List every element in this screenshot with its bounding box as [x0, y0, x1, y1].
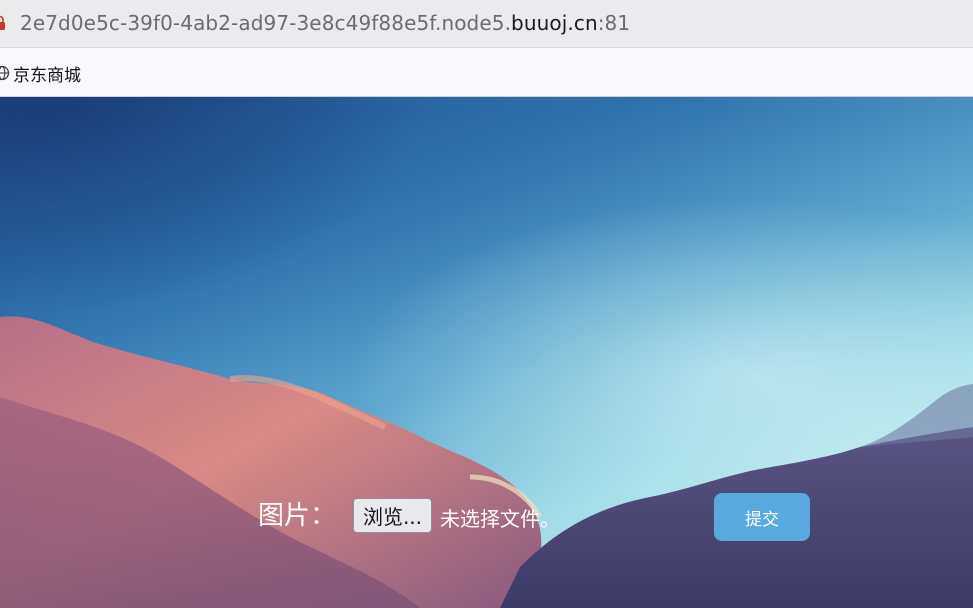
file-status-text: 未选择文件。 — [440, 507, 560, 531]
url-text[interactable]: 2e7d0e5c-39f0-4ab2-ad97-3e8c49f88e5f.nod… — [20, 11, 630, 35]
url-host: buuoj.cn — [511, 11, 598, 35]
globe-icon — [0, 65, 10, 81]
bookmark-label: 京东商城 — [13, 65, 81, 86]
bookmark-item[interactable]: 京东商城 — [0, 62, 81, 86]
submit-button[interactable]: 提交 — [714, 493, 810, 541]
bookmarks-bar: 京东商城 — [0, 48, 973, 97]
address-bar[interactable]: 2e7d0e5c-39f0-4ab2-ad97-3e8c49f88e5f.nod… — [0, 0, 973, 48]
upload-form: 图片： 浏览... 未选择文件。 提交 — [0, 97, 973, 608]
url-port: :81 — [597, 11, 631, 35]
lock-icon — [0, 15, 5, 30]
browse-button[interactable]: 浏览... — [353, 498, 432, 533]
image-field-label: 图片： — [258, 501, 337, 531]
page-viewport: 图片： 浏览... 未选择文件。 提交 — [0, 97, 973, 608]
url-prefix: 2e7d0e5c-39f0-4ab2-ad97-3e8c49f88e5f.nod… — [20, 11, 512, 35]
